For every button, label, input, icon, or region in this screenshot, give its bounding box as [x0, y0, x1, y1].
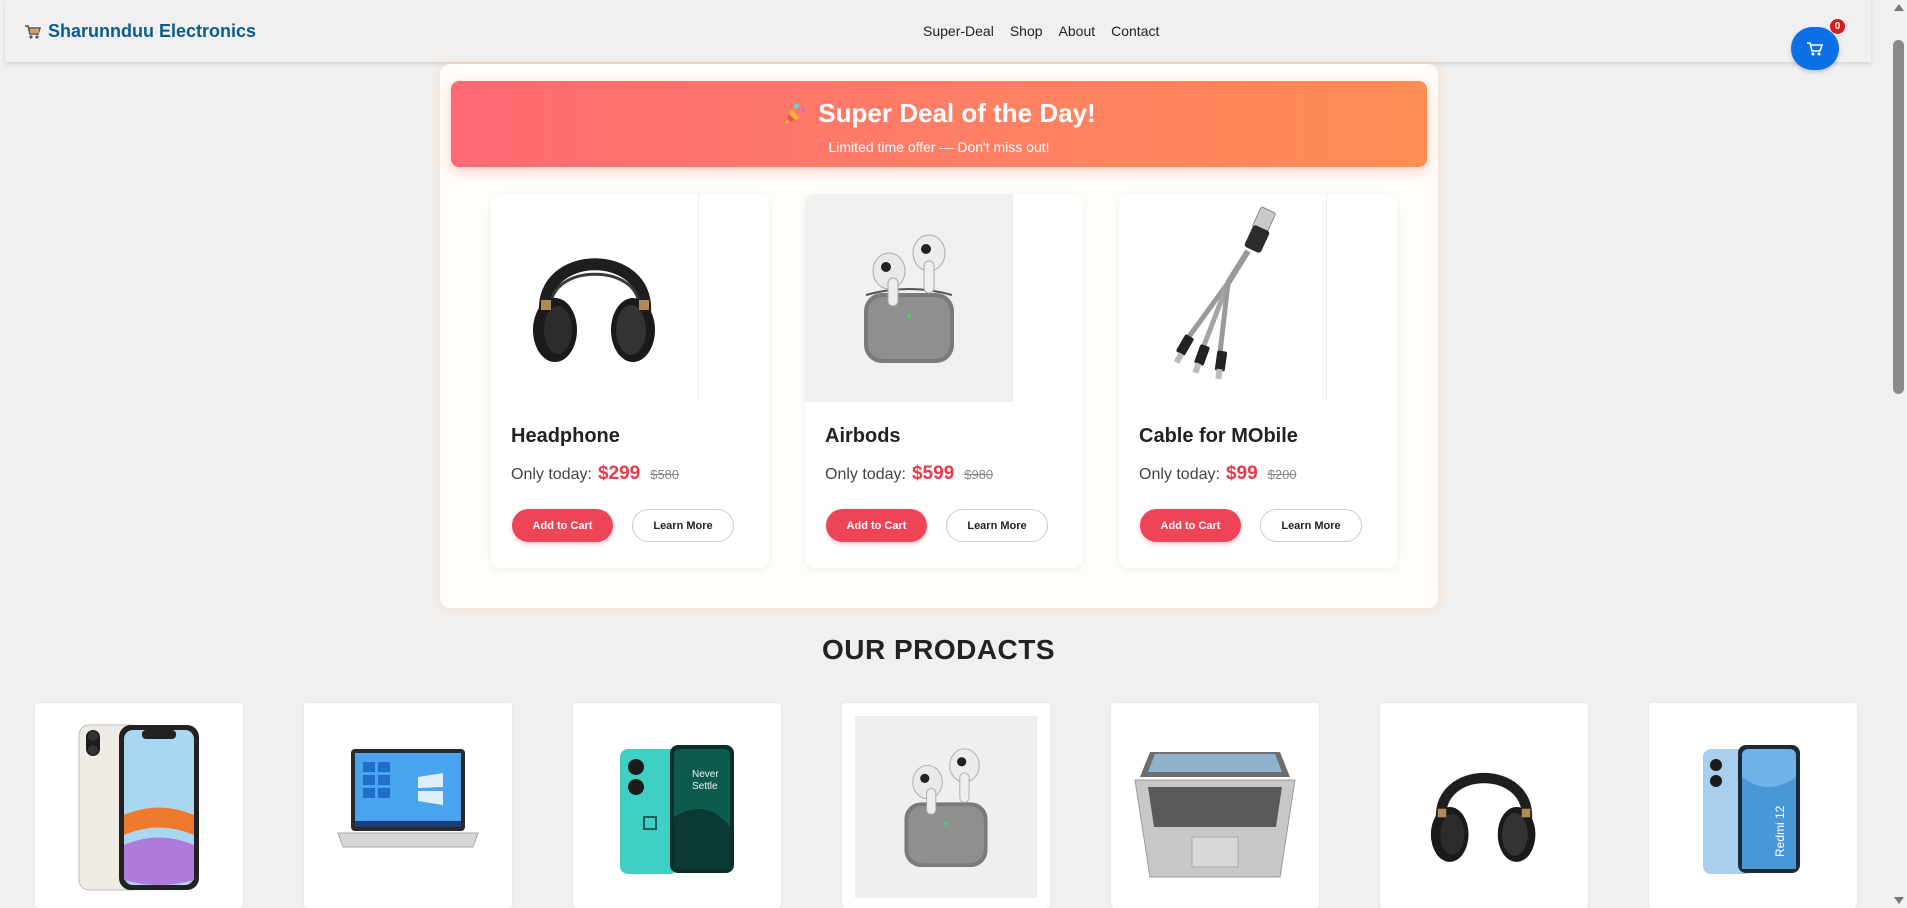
deal-card-cable: Cable for MObile Only today: $99 $200 Ad…: [1119, 194, 1397, 568]
old-price: $980: [964, 467, 994, 482]
product-image: Never Settle: [586, 716, 768, 898]
product-image: Redmi 12: [1662, 716, 1844, 898]
product-card-headphone[interactable]: [1380, 703, 1588, 908]
laptop-icon: [1134, 752, 1296, 878]
nav-link-super-deal[interactable]: Super-Deal: [923, 23, 994, 39]
phone-icon: Never Settle: [620, 745, 734, 874]
deal-price: Only today: $99 $200: [1139, 463, 1297, 485]
product-card-iphone[interactable]: [35, 703, 243, 908]
learn-more-button[interactable]: Learn More: [946, 509, 1048, 542]
cable-image[interactable]: [1119, 194, 1327, 402]
nav-link-shop[interactable]: Shop: [1010, 23, 1043, 39]
product-image: [855, 716, 1037, 898]
cart-count-badge: 0: [1830, 19, 1845, 34]
nav-links: Super-Deal Shop About Contact: [923, 23, 1159, 39]
product-card-oneplus-phone[interactable]: Never Settle: [573, 703, 781, 908]
current-price: $99: [1225, 463, 1258, 484]
product-image: [317, 716, 499, 898]
deal-card-headphone: Headphone Only today: $299 $580 Add to C…: [491, 194, 769, 568]
product-image: [1124, 716, 1306, 898]
party-popper-icon: [785, 103, 807, 124]
learn-more-button[interactable]: Learn More: [632, 509, 734, 542]
product-card-laptop-windows[interactable]: [304, 703, 512, 908]
airbuds-image[interactable]: [805, 194, 1013, 402]
deal-title-text: Super Deal of the Day!: [818, 98, 1096, 128]
product-image: [1393, 716, 1575, 898]
product-card-airbuds[interactable]: [842, 703, 1050, 908]
headphone-icon: [532, 258, 655, 362]
cart-icon: [1807, 41, 1824, 55]
brand-logo[interactable]: Sharunnduu Electronics: [24, 21, 256, 42]
vertical-scrollbar[interactable]: [1890, 0, 1907, 908]
deal-banner: Super Deal of the Day! Limited time offe…: [451, 81, 1427, 167]
price-label: Only today:: [511, 466, 592, 483]
learn-more-button[interactable]: Learn More: [1260, 509, 1362, 542]
super-deal-section: Super Deal of the Day! Limited time offe…: [440, 64, 1438, 608]
cable-icon: [1173, 206, 1276, 380]
nav-link-contact[interactable]: Contact: [1111, 23, 1159, 39]
deal-title: Super Deal of the Day!: [451, 98, 1427, 129]
brand-name: Sharunnduu Electronics: [48, 21, 257, 41]
deal-product-name: Headphone: [511, 425, 620, 447]
add-to-cart-button[interactable]: Add to Cart: [1140, 509, 1241, 542]
products-title: OUR PRODACTS: [821, 634, 1056, 665]
scrollbar-thumb[interactable]: [1893, 40, 1904, 394]
current-price: $599: [911, 463, 955, 484]
nav-link-about[interactable]: About: [1059, 23, 1096, 39]
add-to-cart-button[interactable]: Add to Cart: [826, 509, 927, 542]
airbuds-icon: [863, 234, 954, 363]
navbar: Sharunnduu Electronics Super-Deal Shop A…: [5, 0, 1871, 62]
deal-product-name: Cable for MObile: [1139, 425, 1298, 447]
svg-text:Settle: Settle: [692, 781, 718, 792]
iphone-icon: [78, 724, 199, 890]
deal-price: Only today: $599 $980: [825, 463, 993, 485]
svg-text:Redmi 12: Redmi 12: [1773, 805, 1787, 857]
old-price: $580: [650, 467, 680, 482]
current-price: $299: [597, 463, 641, 484]
add-to-cart-button[interactable]: Add to Cart: [512, 509, 613, 542]
laptop-icon: [337, 749, 479, 848]
headphone-image[interactable]: [491, 194, 699, 402]
product-card-redmi-phone[interactable]: Redmi 12: [1649, 703, 1857, 908]
deal-card-airbods: Airbods Only today: $599 $980 Add to Car…: [805, 194, 1083, 568]
scroll-up-arrow-icon[interactable]: [1894, 4, 1904, 11]
headphone-icon: [1430, 773, 1536, 862]
cart-button[interactable]: [1791, 27, 1839, 70]
deal-product-name: Airbods: [825, 425, 901, 447]
deal-price: Only today: $299 $580: [511, 463, 679, 485]
product-card-laptop-silver[interactable]: [1111, 703, 1319, 908]
svg-text:Never: Never: [692, 769, 719, 780]
old-price: $200: [1267, 467, 1297, 482]
deal-subtitle: Limited time offer — Don't miss out!: [828, 139, 1050, 155]
shopping-cart-icon: [25, 24, 42, 39]
airbuds-icon: [904, 748, 988, 867]
product-image: [48, 716, 230, 898]
phone-icon: Redmi 12: [1703, 745, 1800, 874]
price-label: Only today:: [825, 466, 906, 483]
scroll-down-arrow-icon[interactable]: [1894, 897, 1904, 904]
price-label: Only today:: [1139, 466, 1220, 483]
